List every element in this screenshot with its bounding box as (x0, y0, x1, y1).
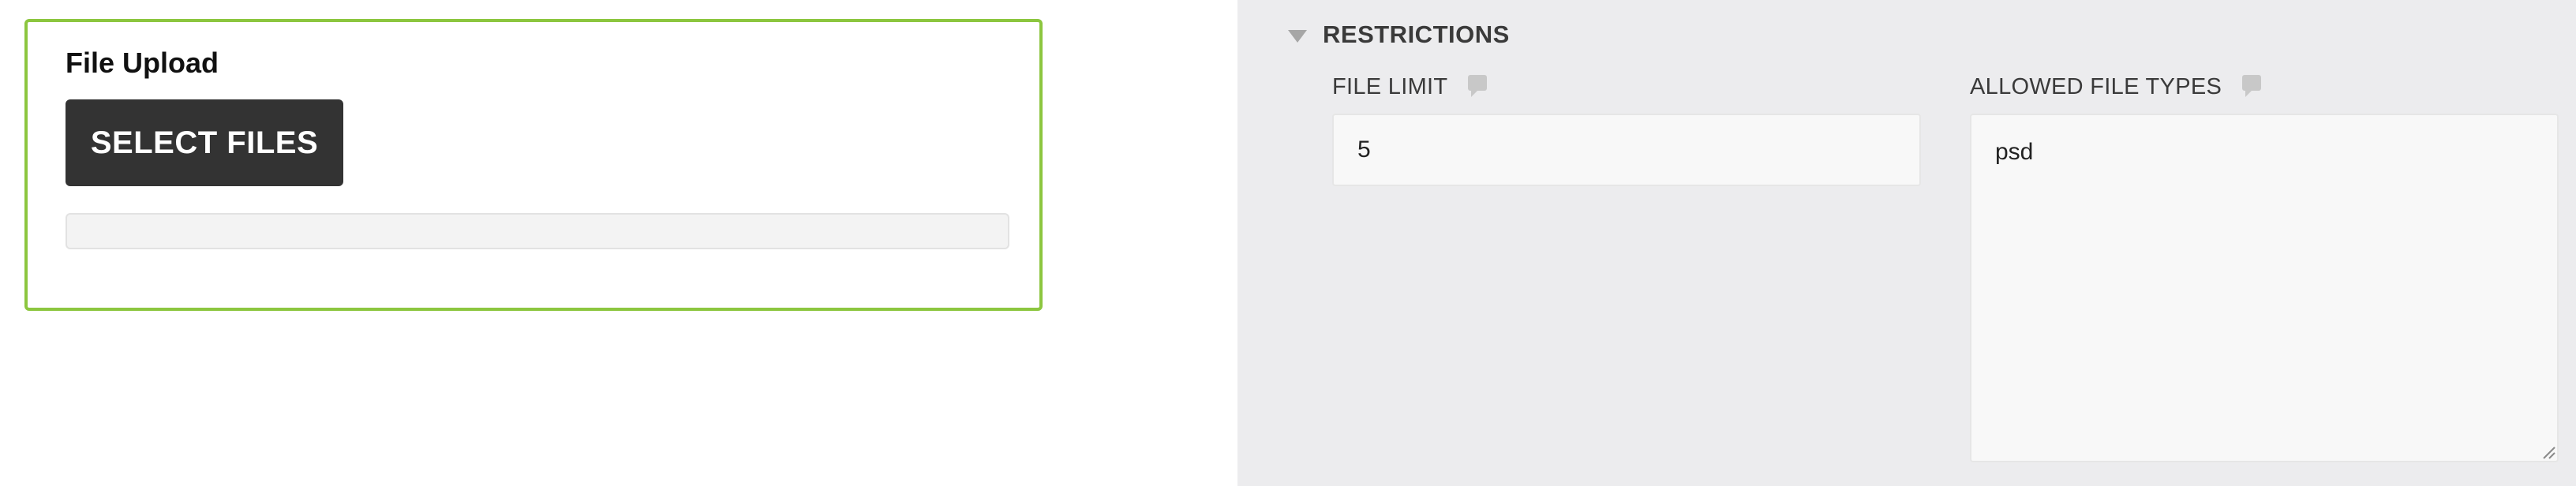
allowed-file-types-label-row: ALLOWED FILE TYPES (1970, 73, 2262, 101)
file-upload-card: File Upload SELECT FILES (24, 19, 1043, 311)
triangle-down-icon[interactable] (1288, 30, 1307, 43)
file-limit-label-row: FILE LIMIT (1332, 73, 1488, 101)
file-limit-comment-icon[interactable] (1468, 75, 1488, 97)
upload-progress-bar (66, 213, 1009, 249)
allowed-file-types-label: ALLOWED FILE TYPES (1970, 73, 2222, 99)
allowed-file-types-textarea[interactable]: psd (1970, 114, 2559, 462)
restrictions-section-header[interactable]: RESTRICTIONS (1288, 19, 1510, 50)
file-upload-title: File Upload (66, 47, 219, 79)
resize-handle-icon[interactable] (2541, 445, 2555, 459)
file-limit-label: FILE LIMIT (1332, 73, 1448, 99)
allowed-file-types-comment-icon[interactable] (2242, 75, 2262, 97)
restrictions-panel: RESTRICTIONS FILE LIMIT ALLOWED FILE TYP… (1237, 0, 2576, 486)
upload-pane: File Upload SELECT FILES (0, 0, 1237, 486)
restrictions-section-title: RESTRICTIONS (1323, 21, 1510, 48)
select-files-button[interactable]: SELECT FILES (66, 99, 343, 186)
file-limit-input[interactable] (1332, 114, 1921, 186)
